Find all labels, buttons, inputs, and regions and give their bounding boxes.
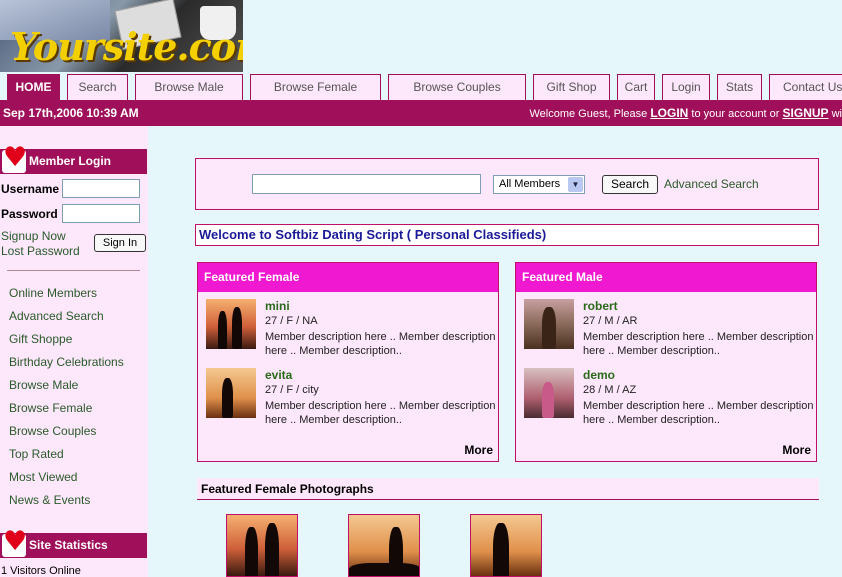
member-description: Member description here .. Member descri… [265, 400, 496, 426]
member-login-header: Member Login [0, 145, 147, 174]
login-link[interactable]: LOGIN [650, 106, 688, 120]
featured-photo[interactable] [348, 514, 420, 577]
tab-cart[interactable]: Cart [617, 74, 655, 100]
more-link[interactable]: More [464, 443, 493, 457]
chevron-down-icon[interactable]: ▼ [568, 177, 583, 192]
featured-male-panel: Featured Male robert 27 / M / AR Member … [515, 262, 817, 462]
sidebar: Member Login Username Password Signup No… [0, 126, 148, 577]
featured-female-panel: Featured Female mini 27 / F / NA Member … [197, 262, 499, 462]
member-info: 27 / M / AR [583, 315, 638, 327]
main-nav: HOME Search Browse Male Browse Female Br… [0, 74, 842, 100]
member-photo[interactable] [206, 368, 256, 418]
member-info: 27 / F / city [265, 384, 319, 396]
list-item[interactable]: evita 27 / F / city Member description h… [206, 368, 496, 432]
heart-icon [2, 529, 27, 557]
welcome-prefix: Welcome Guest, Please [529, 108, 648, 120]
signup-now-link[interactable]: Signup Now [1, 229, 66, 243]
site-logo[interactable]: Yoursite.com [0, 0, 243, 72]
password-field[interactable] [62, 204, 140, 223]
member-name[interactable]: demo [583, 368, 615, 382]
tab-browse-couples[interactable]: Browse Couples [388, 74, 526, 100]
tab-stats[interactable]: Stats [717, 74, 762, 100]
member-type-value: All Members [499, 178, 561, 190]
sidebar-item-most-viewed[interactable]: Most Viewed [9, 470, 77, 484]
username-label: Username [1, 182, 60, 196]
member-photo[interactable] [524, 368, 574, 418]
member-type-select[interactable]: All Members ▼ [493, 175, 585, 194]
member-description: Member description here .. Member descri… [583, 331, 814, 357]
member-login-title: Member Login [29, 154, 112, 168]
username-field[interactable] [62, 179, 140, 198]
page-title: Welcome to Softbiz Dating Script ( Perso… [195, 224, 819, 246]
tab-home[interactable]: HOME [7, 74, 60, 100]
sidebar-item-online-members[interactable]: Online Members [9, 286, 97, 300]
member-info: 28 / M / AZ [583, 384, 637, 396]
status-bar: Sep 17th,2006 10:39 AM Welcome Guest, Pl… [0, 100, 842, 126]
advanced-search-link[interactable]: Advanced Search [664, 177, 759, 191]
member-name[interactable]: robert [583, 299, 618, 313]
featured-photo[interactable] [226, 514, 298, 577]
tab-search[interactable]: Search [67, 74, 128, 100]
featured-photo[interactable] [470, 514, 542, 577]
welcome-message: Welcome Guest, Please LOGIN to your acco… [529, 106, 842, 120]
list-item[interactable]: mini 27 / F / NA Member description here… [206, 299, 496, 363]
more-link[interactable]: More [782, 443, 811, 457]
tab-browse-female[interactable]: Browse Female [250, 74, 381, 100]
sign-in-button[interactable]: Sign In [94, 234, 146, 252]
sidebar-divider [7, 270, 140, 271]
member-description: Member description here .. Member descri… [583, 400, 814, 426]
sidebar-item-gift-shoppe[interactable]: Gift Shoppe [9, 332, 72, 346]
sidebar-item-news-events[interactable]: News & Events [9, 493, 90, 507]
list-item[interactable]: robert 27 / M / AR Member description he… [524, 299, 814, 363]
welcome-mid: to your account or [691, 108, 780, 120]
lost-password-link[interactable]: Lost Password [1, 244, 80, 258]
site-statistics-title: Site Statistics [29, 538, 108, 552]
member-name[interactable]: evita [265, 368, 292, 382]
search-input[interactable] [252, 174, 481, 194]
member-description: Member description here .. Member descri… [265, 331, 496, 357]
sidebar-item-browse-male[interactable]: Browse Male [9, 378, 78, 392]
current-date: Sep 17th,2006 10:39 AM [3, 106, 139, 120]
heart-icon [2, 145, 27, 173]
search-panel: All Members ▼ Search Advanced Search [195, 158, 819, 210]
tab-browse-male[interactable]: Browse Male [135, 74, 243, 100]
featured-female-header: Featured Female [198, 263, 498, 292]
sidebar-item-browse-female[interactable]: Browse Female [9, 401, 92, 415]
sidebar-item-top-rated[interactable]: Top Rated [9, 447, 64, 461]
tab-contact-us[interactable]: Contact Us [769, 74, 842, 100]
member-photo[interactable] [206, 299, 256, 349]
list-item[interactable]: demo 28 / M / AZ Member description here… [524, 368, 814, 432]
member-photo[interactable] [524, 299, 574, 349]
member-info: 27 / F / NA [265, 315, 318, 327]
password-label: Password [1, 207, 58, 221]
tab-login[interactable]: Login [662, 74, 710, 100]
sidebar-item-browse-couples[interactable]: Browse Couples [9, 424, 96, 438]
member-name[interactable]: mini [265, 299, 290, 313]
welcome-suffix: wi [831, 108, 842, 120]
sidebar-item-birthday-celebrations[interactable]: Birthday Celebrations [9, 355, 124, 369]
tab-gift-shop[interactable]: Gift Shop [533, 74, 610, 100]
featured-male-header: Featured Male [516, 263, 816, 292]
signup-link[interactable]: SIGNUP [783, 106, 829, 120]
visitors-online: 1 Visitors Online [1, 565, 81, 577]
featured-photos-header: Featured Female Photographs [197, 478, 819, 500]
search-button[interactable]: Search [602, 175, 658, 194]
logo-text: Yoursite.com [10, 24, 243, 69]
site-statistics-header: Site Statistics [0, 529, 147, 558]
sidebar-item-advanced-search[interactable]: Advanced Search [9, 309, 104, 323]
